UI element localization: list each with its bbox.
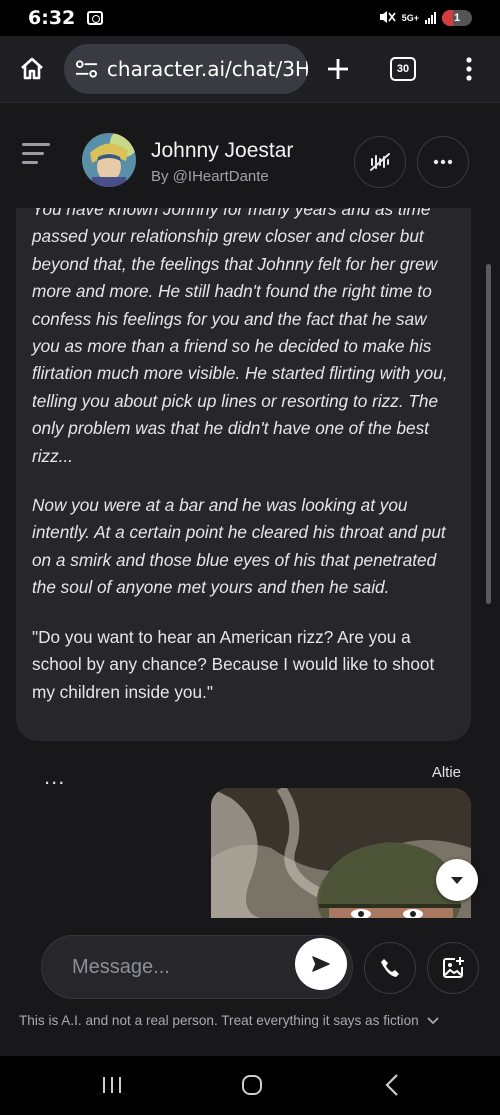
signal-icon <box>425 12 436 24</box>
more-options-button[interactable] <box>417 136 469 188</box>
new-tab-button[interactable] <box>308 36 368 102</box>
scroll-to-bottom-button[interactable] <box>436 859 478 901</box>
recents-button[interactable] <box>92 1070 132 1100</box>
character-author[interactable]: By @IHeartDante <box>151 168 269 185</box>
add-image-icon <box>443 957 464 978</box>
back-button[interactable] <box>372 1070 412 1100</box>
phone-icon <box>381 959 399 977</box>
mute-icon <box>378 9 396 28</box>
url-text: character.ai/chat/3H: <box>106 57 308 81</box>
scrollbar[interactable] <box>486 264 491 604</box>
message-cut-line: You have known Johnny for many years and… <box>32 208 431 219</box>
voice-toggle-button[interactable] <box>354 136 406 188</box>
battery-icon: 1 <box>442 10 472 26</box>
chevron-down-icon <box>451 876 463 884</box>
back-icon <box>385 1074 398 1096</box>
message-input[interactable] <box>72 950 282 984</box>
tab-count: 30 <box>390 57 416 81</box>
status-time: 6:32 <box>28 7 76 29</box>
screenshot-icon <box>87 11 104 25</box>
voice-off-icon <box>370 153 390 171</box>
tabs-button[interactable]: 30 <box>368 36 438 102</box>
home-button[interactable] <box>0 36 64 102</box>
address-bar[interactable]: character.ai/chat/3H: <box>64 44 308 94</box>
send-button[interactable] <box>295 938 347 990</box>
more-horizontal-icon <box>433 159 453 165</box>
recents-icon <box>103 1077 121 1093</box>
send-icon <box>312 956 330 972</box>
site-settings-icon[interactable] <box>74 57 99 81</box>
home-nav-button[interactable] <box>232 1070 272 1100</box>
character-name: Johnny Joestar <box>151 139 294 162</box>
message-paragraph: passed your relationship grew closer and… <box>32 226 448 466</box>
chat-header: Johnny Joestar By @IHeartDante <box>0 102 500 208</box>
battery-level: 1 <box>453 12 461 24</box>
character-message: You have known Johnny for many years and… <box>16 208 471 741</box>
browser-toolbar: character.ai/chat/3H: 30 <box>0 36 500 102</box>
status-bar: 6:32 5G+ 1 <box>0 0 500 36</box>
message-paragraph: Now you were at a bar and he was looking… <box>32 495 446 598</box>
composer: This is A.I. and not a real person. Trea… <box>0 930 500 1050</box>
plus-icon <box>328 59 348 79</box>
user-message-image[interactable] <box>211 788 471 918</box>
more-vertical-icon <box>466 57 472 81</box>
home-circle-icon <box>242 1075 262 1095</box>
image-generate-button[interactable] <box>427 942 479 994</box>
disclaimer-text: This is A.I. and not a real person. Trea… <box>19 1013 419 1028</box>
message-paragraph: "Do you want to hear an American rizz? A… <box>32 626 435 702</box>
call-button[interactable] <box>364 942 416 994</box>
user-name: Altie <box>431 764 461 781</box>
avatar[interactable] <box>82 133 136 187</box>
network-type: 5G+ <box>401 12 419 23</box>
home-icon <box>21 57 43 80</box>
chevron-down-icon <box>427 1016 439 1024</box>
typing-indicator: ... <box>44 764 66 789</box>
system-nav-bar <box>0 1056 500 1115</box>
status-icons: 5G+ 1 <box>378 9 472 28</box>
ai-disclaimer[interactable]: This is A.I. and not a real person. Trea… <box>19 1013 439 1028</box>
menu-icon[interactable] <box>22 143 50 165</box>
browser-menu-button[interactable] <box>438 36 500 102</box>
chat-messages[interactable]: You have known Johnny for many years and… <box>0 208 500 930</box>
